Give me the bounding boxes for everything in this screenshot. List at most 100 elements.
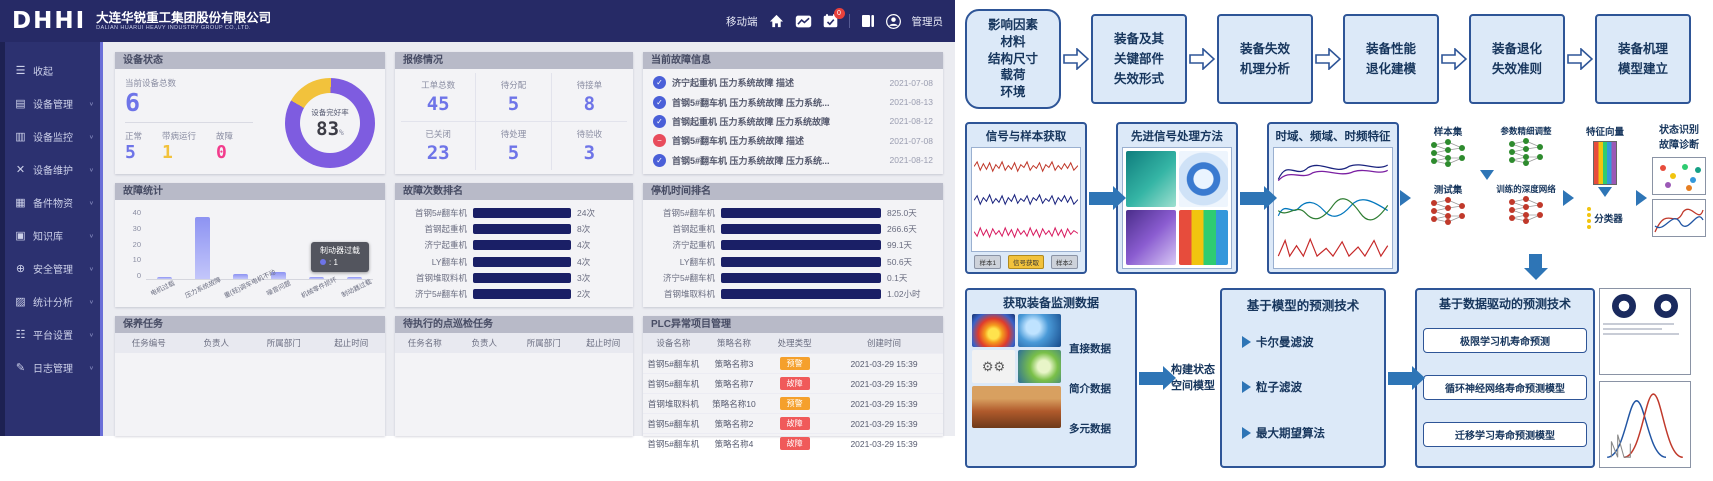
hollow-arrow-icon bbox=[1315, 48, 1341, 70]
flow-box-influence-factors: 影响因素材料结构尺寸载荷环境 bbox=[965, 9, 1061, 109]
panel-title: 保养任务 bbox=[115, 316, 385, 333]
status-badge: 故障 bbox=[780, 417, 810, 430]
flow-box-failure-criteria: 装备退化失效准则 bbox=[1469, 14, 1565, 104]
dhhi-logo: DHHI bbox=[12, 8, 86, 34]
sidebar-item-log-management[interactable]: ✎日志管理∨ bbox=[0, 351, 100, 384]
downtime-ranking-panel: 停机时间排名 首钢5#翻车机825.0天 首钢起重机266.6天 济宁起重机99… bbox=[643, 183, 943, 307]
table-row: 首钢5#翻车机策略名称2故障2021-03-29 15:39 bbox=[643, 414, 943, 434]
curves-thumbnail bbox=[1652, 199, 1706, 237]
sidebar-item-equipment-monitoring[interactable]: ▥设备监控∨ bbox=[0, 120, 100, 153]
method-kalman: 卡尔曼滤波 bbox=[1242, 334, 1378, 350]
contour-plot-thumb bbox=[972, 314, 1015, 347]
hollow-arrow-icon bbox=[1189, 48, 1215, 70]
training-group: 样本集 参数精细调整 测试集 训练的深度网络 bbox=[1412, 122, 1562, 274]
sidebar-nav: ☰ 收起 ▤设备管理∨ ▥设备监控∨ ✕设备维护∨ ▦备件物资∨ ▣知识库∨ ⊕… bbox=[0, 42, 100, 436]
minus-circle-icon: − bbox=[653, 134, 666, 147]
sample1-chip: 样本1 bbox=[974, 255, 1001, 269]
tools-icon: ✕ bbox=[14, 163, 27, 176]
fault-item[interactable]: ✓首钢5#翻车机 压力系统故障 压力系统...2021-08-12 bbox=[647, 153, 939, 168]
sidebar-item-spare-parts[interactable]: ▦备件物资∨ bbox=[0, 186, 100, 219]
rank-row: 首钢5#翻车机24次 bbox=[405, 207, 623, 219]
status-badge: 预警 bbox=[780, 357, 810, 370]
rank-row: 首钢堆取料机3次 bbox=[405, 272, 623, 284]
sidebar-item-statistics[interactable]: ▨统计分析∨ bbox=[0, 285, 100, 318]
home-icon[interactable] bbox=[769, 14, 784, 28]
flow-box-signal-processing: 先进信号处理方法 bbox=[1116, 122, 1238, 274]
panel-title: 停机时间排名 bbox=[643, 183, 943, 200]
panel-title: PLC异常项目管理 bbox=[643, 316, 943, 333]
plc-abnormal-panel: PLC异常项目管理 设备名称 策略名称 处理类型 创建时间 首钢5#翻车机策略名… bbox=[643, 316, 943, 436]
book-icon[interactable] bbox=[861, 14, 875, 28]
thick-arrow-right bbox=[1139, 372, 1163, 385]
chevron-down-icon: ∨ bbox=[89, 166, 94, 172]
mobile-link[interactable]: 移动端 bbox=[726, 14, 758, 29]
sidebar-item-knowledge-base[interactable]: ▣知识库∨ bbox=[0, 219, 100, 252]
chevron-down-icon: ∨ bbox=[89, 331, 94, 337]
feature-vector-glyph bbox=[1593, 141, 1617, 185]
spectrum-thumb bbox=[1018, 350, 1061, 383]
check-circle-icon: ✓ bbox=[653, 154, 666, 167]
sidebar-item-safety-management[interactable]: ⊕安全管理∨ bbox=[0, 252, 100, 285]
x-axis-labels: 电机过载 压力系统故障 重(轻)调车电机不动 噪音问题 机械零件损坏 制动器过载 bbox=[121, 280, 373, 308]
feature-vector-group: 特征向量 分类器 bbox=[1575, 122, 1635, 274]
small-arrow-right bbox=[1636, 190, 1647, 206]
status-badge: 预警 bbox=[780, 397, 810, 410]
flow-box-failure-forms: 装备及其关键部件失效形式 bbox=[1091, 14, 1187, 104]
method-particle-filter: 粒子滤波 bbox=[1242, 379, 1378, 395]
thick-arrow-down bbox=[1529, 254, 1542, 268]
thick-arrow-right bbox=[1240, 192, 1264, 205]
fault-item[interactable]: ✓首钢起重机 压力系统故障 压力系统故障2021-08-12 bbox=[647, 114, 939, 129]
result-thumbnails bbox=[1599, 288, 1691, 468]
user-icon[interactable] bbox=[886, 14, 901, 29]
signal-acquire-chip: 信号获取 bbox=[1008, 255, 1044, 269]
method-elm: 极限学习机寿命预测 bbox=[1423, 328, 1587, 353]
layers-icon: ☷ bbox=[14, 328, 27, 341]
small-arrow-down bbox=[1480, 170, 1494, 180]
network-icon bbox=[1428, 196, 1468, 226]
chart-icon[interactable] bbox=[795, 15, 812, 28]
admin-label[interactable]: 管理员 bbox=[912, 14, 944, 29]
repair-cell: 待分配5 bbox=[476, 73, 551, 122]
processing-thumbnails bbox=[1122, 147, 1232, 269]
repair-status-panel: 报修情况 工单总数45 待分配5 待接单8 已关闭23 待处理5 待验收3 bbox=[395, 52, 633, 174]
table-row: 首钢5#翻车机策略名称4故障2021-03-29 15:39 bbox=[643, 434, 943, 454]
sidebar-item-equipment-maintenance[interactable]: ✕设备维护∨ bbox=[0, 153, 100, 186]
bearing-images-thumb bbox=[1599, 288, 1691, 375]
chevron-down-icon: ∨ bbox=[89, 265, 94, 271]
total-device-count: 6 bbox=[125, 89, 273, 117]
notification-badge: 0 bbox=[834, 8, 845, 19]
sample2-chip: 样本2 bbox=[1051, 255, 1078, 269]
rank-row: 首钢5#翻车机825.0天 bbox=[653, 207, 933, 219]
book-icon: ▣ bbox=[14, 229, 27, 242]
sidebar-item-platform-settings[interactable]: ☷平台设置∨ bbox=[0, 318, 100, 351]
flow-box-time-frequency-features: 时域、频域、时频特征 bbox=[1267, 122, 1399, 274]
small-arrow-down bbox=[1598, 187, 1612, 197]
small-arrow-right bbox=[1400, 190, 1411, 206]
repair-cell: 待处理5 bbox=[476, 122, 551, 170]
flow-box-data-driven-prediction: 基于数据驱动的预测技术 极限学习机寿命预测 循环神经网络寿命预测模型 迁移学习寿… bbox=[1415, 288, 1595, 468]
repair-cell: 待接单8 bbox=[552, 73, 627, 122]
gears-thumb: ⚙⚙ bbox=[972, 350, 1015, 383]
thick-arrow-right bbox=[1388, 372, 1412, 385]
hamburger-icon: ☰ bbox=[14, 64, 27, 77]
thick-arrow-right bbox=[1089, 192, 1113, 205]
hollow-arrow-icon bbox=[1063, 48, 1089, 70]
bar bbox=[347, 277, 362, 279]
classifier-dots bbox=[1587, 207, 1591, 229]
status-badge: 故障 bbox=[780, 377, 810, 390]
sidebar-collapse-button[interactable]: ☰ 收起 bbox=[0, 54, 100, 87]
table-row: 首钢5#翻车机策略名称3预警2021-03-29 15:39 bbox=[643, 354, 943, 374]
table-row: 首钢5#翻车机策略名称7故障2021-03-29 15:39 bbox=[643, 374, 943, 394]
rank-row: 济宁5#翻车机0.1天 bbox=[653, 272, 933, 284]
chevron-down-icon: ∨ bbox=[89, 199, 94, 205]
fault-item[interactable]: ✓济宁起重机 压力系统故障 描述2021-07-08 bbox=[647, 75, 939, 90]
calendar-icon[interactable]: 0 bbox=[823, 14, 838, 28]
rank-row: 济宁5#翻车机2次 bbox=[405, 288, 623, 300]
fault-item[interactable]: −首钢5#翻车机 压力系统故障 描述2021-07-08 bbox=[647, 133, 939, 148]
sidebar-item-equipment-management[interactable]: ▤设备管理∨ bbox=[0, 87, 100, 120]
hollow-arrow-icon bbox=[1441, 48, 1467, 70]
check-circle-icon: ✓ bbox=[653, 96, 666, 109]
pending-inspection-panel: 待执行的点巡检任务 任务名称 负责人 所属部门 起止时间 bbox=[395, 316, 633, 436]
fault-item[interactable]: ✓首钢5#翻车机 压力系统故障 压力系统...2021-08-13 bbox=[647, 95, 939, 110]
chevron-down-icon: ∨ bbox=[89, 100, 94, 106]
